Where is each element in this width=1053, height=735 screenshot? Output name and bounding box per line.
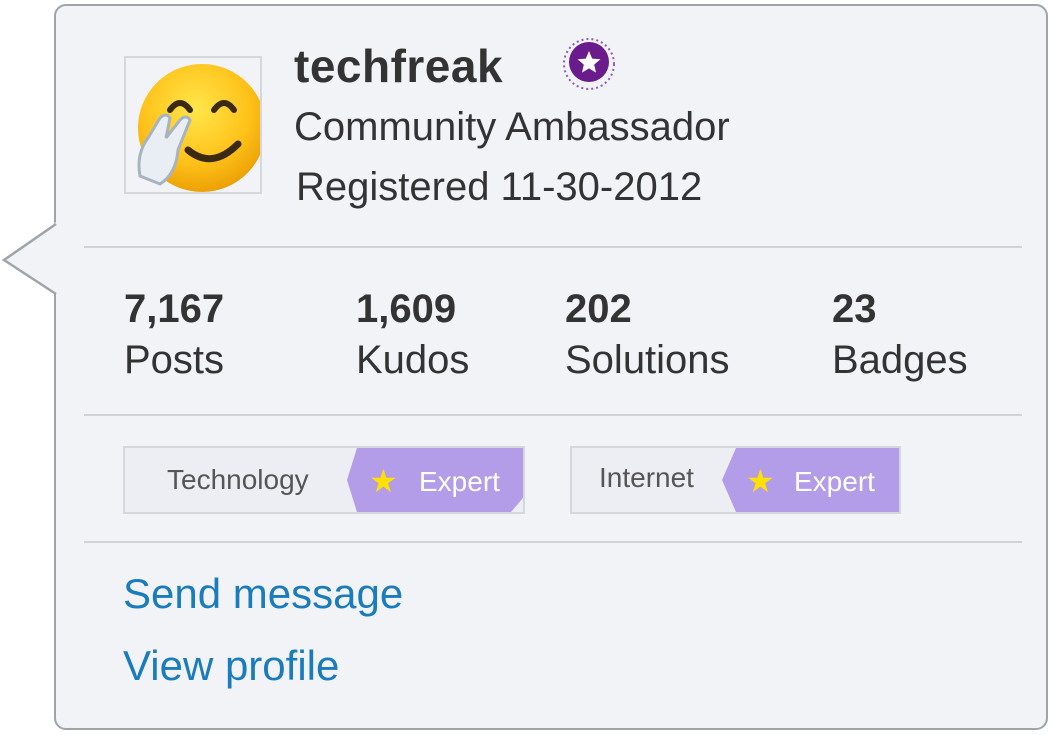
profile-card: techfreak Community Ambassador Registere…	[54, 4, 1048, 730]
smiling-face-icon	[137, 64, 260, 192]
badge-level-label: Expert	[794, 466, 875, 497]
stat-posts: 7,167 Posts	[124, 284, 224, 386]
view-profile-link[interactable]: View profile	[123, 640, 339, 692]
avatar[interactable]	[124, 56, 262, 194]
divider	[84, 246, 1022, 248]
badge-technology-expert[interactable]: Technology ★ Expert	[123, 446, 525, 514]
stat-value: 7,167	[124, 287, 225, 331]
popover-pointer	[1, 222, 57, 296]
expert-tag: ★ Expert	[347, 448, 523, 512]
star-icon: ★	[746, 463, 775, 499]
divider	[84, 414, 1022, 416]
star-rank-icon	[563, 38, 615, 90]
expert-tag: ★ Expert	[722, 448, 899, 512]
username[interactable]: techfreak	[294, 36, 503, 96]
stat-value: 202	[565, 287, 632, 331]
divider	[84, 541, 1022, 543]
rank-title: Community Ambassador	[294, 105, 730, 149]
stat-label: Badges	[832, 338, 968, 382]
badge-level-label: Expert	[419, 466, 500, 497]
stat-solutions: 202 Solutions	[565, 284, 730, 386]
badge-internet-expert[interactable]: Internet ★ Expert	[570, 446, 901, 514]
badge-board-label: Internet	[599, 462, 694, 493]
registration-date: Registered 11-30-2012	[296, 165, 703, 209]
stat-kudos: 1,609 Kudos	[356, 284, 469, 386]
stat-label: Kudos	[356, 338, 470, 382]
star-icon: ★	[369, 463, 398, 499]
stat-label: Posts	[124, 338, 225, 382]
stat-badges: 23 Badges	[832, 284, 968, 386]
stat-value: 23	[832, 287, 877, 331]
badge-board-label: Technology	[167, 464, 309, 495]
stat-label: Solutions	[565, 338, 730, 382]
send-message-link[interactable]: Send message	[123, 568, 403, 620]
stat-value: 1,609	[356, 287, 457, 331]
profile-popover-stage: techfreak Community Ambassador Registere…	[0, 0, 1053, 735]
